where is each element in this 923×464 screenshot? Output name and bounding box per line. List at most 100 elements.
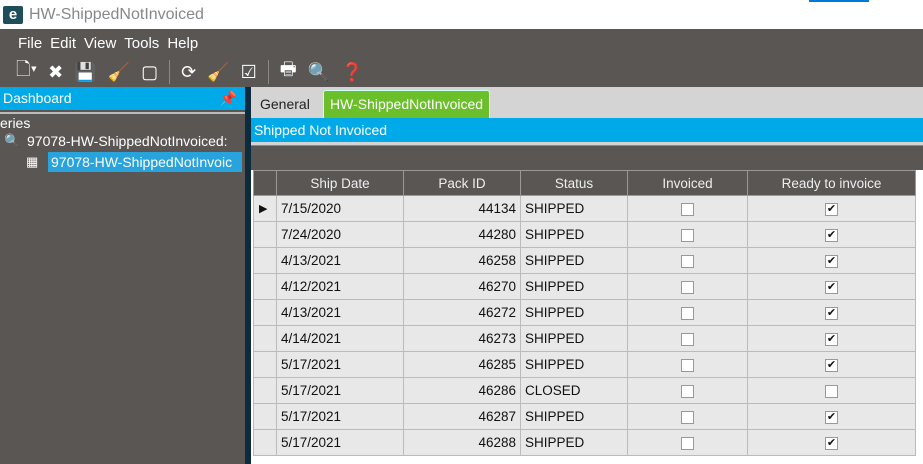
invoiced-checkbox[interactable] <box>681 436 694 450</box>
invoiced-checkbox[interactable] <box>681 228 694 242</box>
cell-pack-id[interactable]: 46270 <box>403 273 521 300</box>
cell-ship-date[interactable]: 4/14/2021 <box>276 325 404 352</box>
menu-help[interactable]: Help <box>167 35 198 52</box>
cell-ship-date[interactable]: 7/15/2020 <box>276 195 404 222</box>
invoiced-checkbox[interactable] <box>681 202 694 216</box>
row-selector[interactable] <box>253 403 277 430</box>
save-icon[interactable]: 💾 <box>74 62 96 83</box>
table-row[interactable]: ▶ 7/15/2020 44134 SHIPPED ✔ <box>253 195 916 222</box>
cell-ship-date[interactable]: 4/13/2021 <box>276 299 404 326</box>
print-icon[interactable]: 🖶 <box>280 57 297 87</box>
tree-grid[interactable]: 97078-HW-ShippedNotInvoic <box>48 152 242 172</box>
ready-checkbox[interactable]: ✔ <box>825 306 838 320</box>
print-preview-icon[interactable]: 🔍 <box>308 62 330 83</box>
col-pack-id[interactable]: Pack ID <box>403 170 521 196</box>
cell-ship-date[interactable]: 5/17/2021 <box>276 403 404 430</box>
invoiced-checkbox[interactable] <box>681 410 694 424</box>
cell-pack-id[interactable]: 46288 <box>403 429 521 456</box>
table-row[interactable]: 4/12/2021 46270 SHIPPED ✔ <box>253 273 916 300</box>
ready-checkbox[interactable]: ✔ <box>825 332 838 346</box>
ready-checkbox[interactable]: ✔ <box>825 358 838 372</box>
row-selector[interactable] <box>253 351 277 378</box>
row-selector-header <box>253 170 277 196</box>
ready-checkbox[interactable]: ✔ <box>825 410 838 424</box>
delete-icon[interactable]: ✖ <box>48 62 63 83</box>
invoiced-checkbox[interactable] <box>681 358 694 372</box>
table-row[interactable]: 5/17/2021 46288 SHIPPED ✔ <box>253 429 916 456</box>
table-row[interactable]: 5/17/2021 46286 CLOSED <box>253 377 916 404</box>
cell-status[interactable]: SHIPPED <box>520 195 628 222</box>
ready-checkbox[interactable]: ✔ <box>825 254 838 268</box>
pin-icon[interactable]: 📌 <box>220 87 237 110</box>
invoiced-checkbox[interactable] <box>681 280 694 294</box>
menu-tools[interactable]: Tools <box>124 35 159 52</box>
current-row-icon[interactable]: ▶ <box>253 195 277 222</box>
toolbar: 🗋▾ ✖ 💾 🧹 ▢ ⟳ 🧹 ☑ 🖶 🔍 ❓ <box>0 57 923 87</box>
invoiced-checkbox[interactable] <box>681 332 694 346</box>
clear-all-icon[interactable]: 🧹 <box>207 62 229 83</box>
cell-ship-date[interactable]: 5/17/2021 <box>276 377 404 404</box>
cell-ship-date[interactable]: 5/17/2021 <box>276 351 404 378</box>
cell-pack-id[interactable]: 46273 <box>403 325 521 352</box>
row-selector[interactable] <box>253 429 277 456</box>
cell-status[interactable]: CLOSED <box>520 377 628 404</box>
cell-pack-id[interactable]: 44280 <box>403 221 521 248</box>
invoiced-checkbox[interactable] <box>681 254 694 268</box>
col-ship-date[interactable]: Ship Date <box>276 170 404 196</box>
col-ready[interactable]: Ready to invoice <box>747 170 916 196</box>
tree-query[interactable]: 97078-HW-ShippedNotInvoiced: <box>27 133 228 149</box>
menu-file[interactable]: File <box>18 35 42 52</box>
cell-pack-id[interactable]: 46286 <box>403 377 521 404</box>
table-row[interactable]: 4/14/2021 46273 SHIPPED ✔ <box>253 325 916 352</box>
cell-ship-date[interactable]: 4/13/2021 <box>276 247 404 274</box>
col-status[interactable]: Status <box>520 170 628 196</box>
table-row[interactable]: 4/13/2021 46258 SHIPPED ✔ <box>253 247 916 274</box>
refresh-icon[interactable]: ⟳ <box>181 62 196 83</box>
tab-hw-shippednotinvoiced[interactable]: HW-ShippedNotInvoiced <box>323 90 491 118</box>
cell-status[interactable]: SHIPPED <box>520 429 628 456</box>
invoiced-checkbox[interactable] <box>681 384 694 398</box>
cell-ship-date[interactable]: 7/24/2020 <box>276 221 404 248</box>
row-selector[interactable] <box>253 325 277 352</box>
cell-pack-id[interactable]: 46272 <box>403 299 521 326</box>
menu-edit[interactable]: Edit <box>50 35 76 52</box>
cell-status[interactable]: SHIPPED <box>520 247 628 274</box>
cell-status[interactable]: SHIPPED <box>520 273 628 300</box>
checklist-icon[interactable]: ☑ <box>241 62 257 83</box>
cell-status[interactable]: SHIPPED <box>520 403 628 430</box>
ready-checkbox[interactable]: ✔ <box>825 436 838 450</box>
ready-checkbox[interactable]: ✔ <box>825 202 838 216</box>
table-row[interactable]: 7/24/2020 44280 SHIPPED ✔ <box>253 221 916 248</box>
menu-view[interactable]: View <box>84 35 116 52</box>
cell-pack-id[interactable]: 46258 <box>403 247 521 274</box>
row-selector[interactable] <box>253 273 277 300</box>
cell-ship-date[interactable]: 4/12/2021 <box>276 273 404 300</box>
help-icon[interactable]: ❓ <box>341 62 363 83</box>
note-icon[interactable]: ▢ <box>141 62 158 83</box>
row-selector[interactable] <box>253 247 277 274</box>
separator <box>267 60 269 84</box>
row-selector[interactable] <box>253 377 277 404</box>
ready-checkbox[interactable]: ✔ <box>825 228 838 242</box>
cell-status[interactable]: SHIPPED <box>520 221 628 248</box>
row-selector[interactable] <box>253 221 277 248</box>
cell-status[interactable]: SHIPPED <box>520 299 628 326</box>
table-row[interactable]: 4/13/2021 46272 SHIPPED ✔ <box>253 299 916 326</box>
ready-checkbox[interactable] <box>825 384 838 398</box>
tab-general[interactable]: General <box>254 90 316 118</box>
cell-pack-id[interactable]: 44134 <box>403 195 521 222</box>
ready-checkbox[interactable]: ✔ <box>825 280 838 294</box>
col-invoiced[interactable]: Invoiced <box>627 170 748 196</box>
invoiced-checkbox[interactable] <box>681 306 694 320</box>
table-row[interactable]: 5/17/2021 46287 SHIPPED ✔ <box>253 403 916 430</box>
menu-bar: File Edit View Tools Help <box>0 29 923 57</box>
table-row[interactable]: 5/17/2021 46285 SHIPPED ✔ <box>253 351 916 378</box>
cell-status[interactable]: SHIPPED <box>520 351 628 378</box>
clear-icon[interactable]: 🧹 <box>108 62 130 83</box>
row-selector[interactable] <box>253 299 277 326</box>
cell-pack-id[interactable]: 46287 <box>403 403 521 430</box>
new-icon[interactable]: 🗋▾ <box>16 57 37 87</box>
cell-status[interactable]: SHIPPED <box>520 325 628 352</box>
cell-pack-id[interactable]: 46285 <box>403 351 521 378</box>
cell-ship-date[interactable]: 5/17/2021 <box>276 429 404 456</box>
